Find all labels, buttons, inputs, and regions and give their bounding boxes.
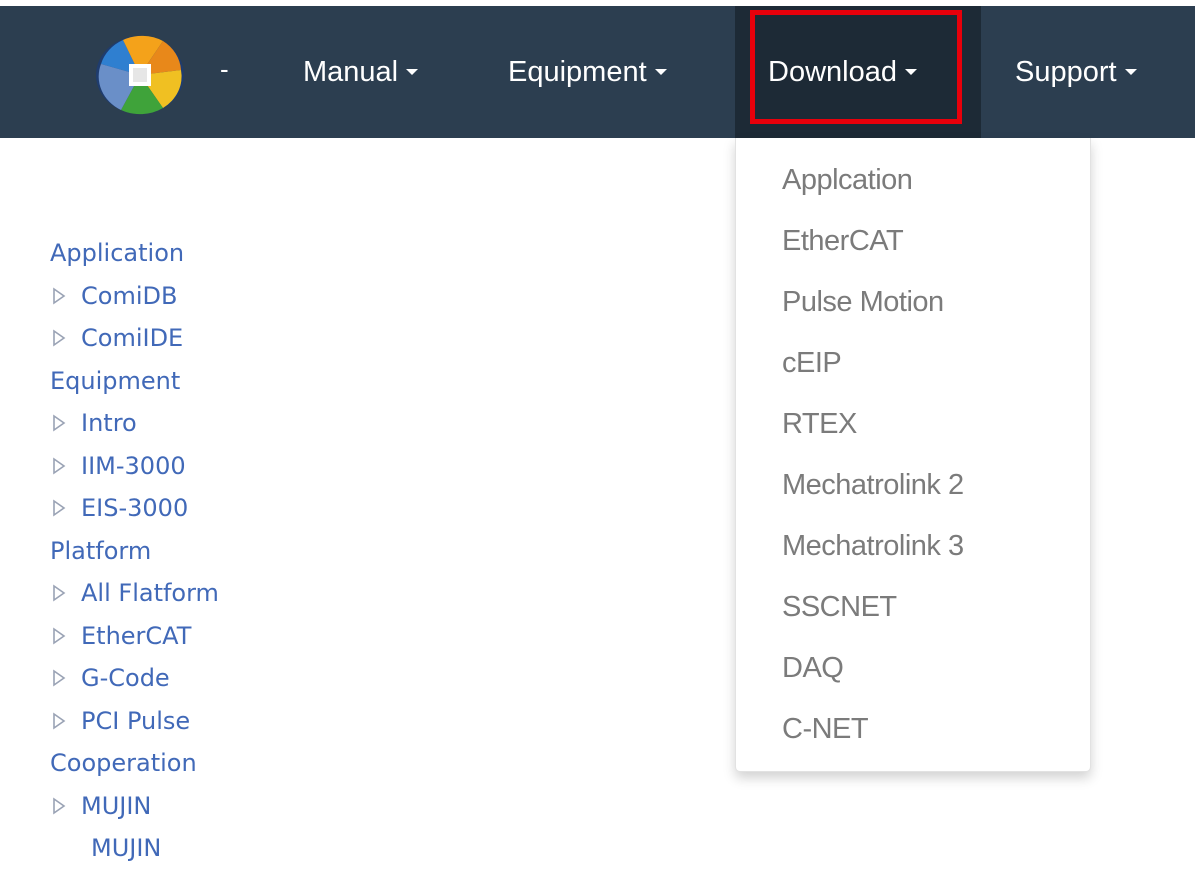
triangle-right-icon (53, 669, 66, 687)
sidebar-item-mujin[interactable]: MUJIN (50, 785, 219, 828)
caret-down-icon (1124, 69, 1137, 75)
triangle-right-icon (53, 627, 66, 645)
dropdown-item-ethercat[interactable]: EtherCAT (782, 225, 904, 258)
sidebar-subitem-mujin[interactable]: MUJIN (50, 827, 219, 870)
sidebar-item-pci-pulse[interactable]: PCI Pulse (50, 700, 219, 743)
nav-equipment[interactable]: Equipment (508, 6, 667, 138)
sidebar-item-eis-3000[interactable]: EIS-3000 (50, 487, 219, 530)
triangle-right-icon (53, 797, 66, 815)
sidebar-item-comidb[interactable]: ComiDB (50, 275, 219, 318)
download-dropdown-menu: Applcation EtherCAT Pulse Motion cEIP RT… (735, 138, 1091, 772)
sidebar-heading-application[interactable]: Application (50, 232, 219, 275)
dropdown-item-pulse-motion[interactable]: Pulse Motion (782, 286, 944, 319)
dropdown-item-c-net[interactable]: C-NET (782, 713, 869, 746)
sidebar-item-label: ComiDB (81, 281, 178, 310)
top-navbar: - Manual Equipment Download Support (0, 0, 1195, 138)
dropdown-item-daq[interactable]: DAQ (782, 652, 844, 685)
sidebar-item-label: ComiIDE (81, 324, 184, 352)
triangle-right-icon (53, 712, 66, 730)
sidebar-heading-cooperation[interactable]: Cooperation (50, 742, 219, 785)
triangle-right-icon (53, 457, 66, 475)
sidebar-item-g-code[interactable]: G-Code (50, 657, 219, 700)
sidebar-item-label: IIM-3000 (81, 451, 186, 480)
sidebar-item-label: All Flatform (81, 579, 219, 607)
sidebar-item-intro[interactable]: Intro (50, 402, 219, 445)
sidebar-item-all-flatform[interactable]: All Flatform (50, 572, 219, 615)
sidebar-item-comiide[interactable]: ComiIDE (50, 317, 219, 360)
triangle-right-icon (53, 329, 66, 347)
sidebar-item-label: Intro (81, 409, 137, 437)
nav-equipment-label: Equipment (508, 55, 647, 88)
brand-separator: - (220, 54, 229, 84)
highlight-frame (750, 10, 962, 124)
dropdown-item-sscnet[interactable]: SSCNET (782, 591, 897, 624)
nav-support[interactable]: Support (1015, 6, 1137, 138)
sidebar-item-label: EIS-3000 (81, 494, 189, 522)
dropdown-item-rtex[interactable]: RTEX (782, 408, 857, 441)
dropdown-item-ceip[interactable]: cEIP (782, 347, 842, 380)
sidebar-item-iim-3000[interactable]: IIM-3000 (50, 445, 219, 488)
nav-manual[interactable]: Manual (303, 6, 419, 138)
nav-manual-label: Manual (303, 55, 399, 88)
sidebar-item-label: EtherCAT (81, 621, 192, 650)
sidebar-item-ethercat[interactable]: EtherCAT (50, 615, 219, 658)
sidebar-heading-equipment[interactable]: Equipment (50, 360, 219, 403)
sidebar-tree: Application ComiDB ComiIDE Equipment Int… (50, 232, 219, 870)
triangle-right-icon (53, 414, 66, 432)
sidebar-item-label: G-Code (81, 664, 170, 692)
dropdown-item-mechatrolink-3[interactable]: Mechatrolink 3 (782, 530, 964, 563)
sidebar-item-label: MUJIN (81, 791, 152, 820)
triangle-right-icon (53, 287, 66, 305)
caret-down-icon (654, 69, 667, 75)
sidebar-heading-platform[interactable]: Platform (50, 530, 219, 573)
dropdown-item-mechatrolink-2[interactable]: Mechatrolink 2 (782, 469, 964, 502)
company-logo-icon[interactable] (93, 34, 187, 116)
caret-down-icon (406, 69, 419, 75)
nav-support-label: Support (1015, 55, 1117, 88)
dropdown-item-application[interactable]: Applcation (782, 164, 913, 197)
triangle-right-icon (53, 584, 66, 602)
triangle-right-icon (53, 499, 66, 517)
sidebar-item-label: PCI Pulse (81, 706, 191, 735)
